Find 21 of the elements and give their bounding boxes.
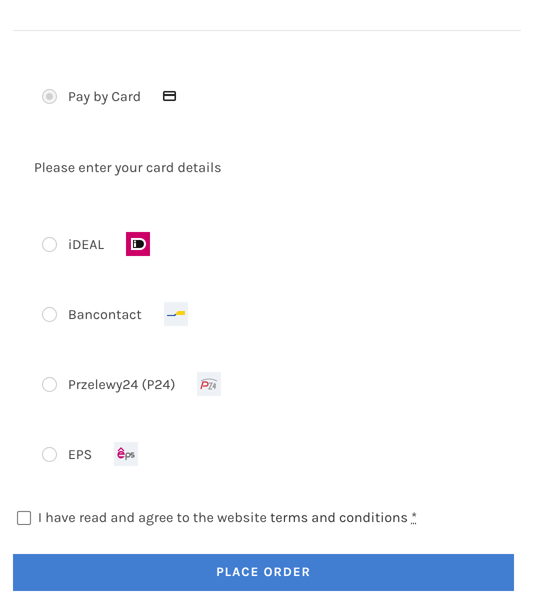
radio-button[interactable] (42, 446, 57, 462)
radio-button[interactable] (42, 376, 57, 392)
required-mark: * (411, 509, 417, 526)
terms-agreement-text: I have read and agree to the website terms and conditions * (38, 508, 417, 528)
card-details-prompt: Please enter your card details (34, 158, 222, 178)
radio-button[interactable] (42, 88, 57, 104)
payment-method-label: Bancontact (68, 304, 142, 324)
payment-method-label: iDEAL (68, 234, 104, 254)
terms-link[interactable]: terms and conditions (270, 509, 408, 526)
radio-button[interactable] (42, 306, 57, 322)
ideal-logo-icon (126, 232, 150, 256)
radio-button[interactable] (42, 236, 57, 252)
payment-method-label: Pay by Card (68, 86, 142, 106)
eps-logo-icon (114, 442, 138, 466)
payment-method-label: Przelewy24 (P24) (68, 374, 176, 394)
payment-method-label: EPS (68, 444, 92, 464)
credit-card-icon (163, 91, 176, 101)
p24-logo-icon (197, 372, 222, 396)
terms-checkbox[interactable] (17, 510, 31, 524)
place-order-button[interactable]: PLACE ORDER (13, 554, 514, 591)
bancontact-logo-icon (164, 302, 188, 326)
